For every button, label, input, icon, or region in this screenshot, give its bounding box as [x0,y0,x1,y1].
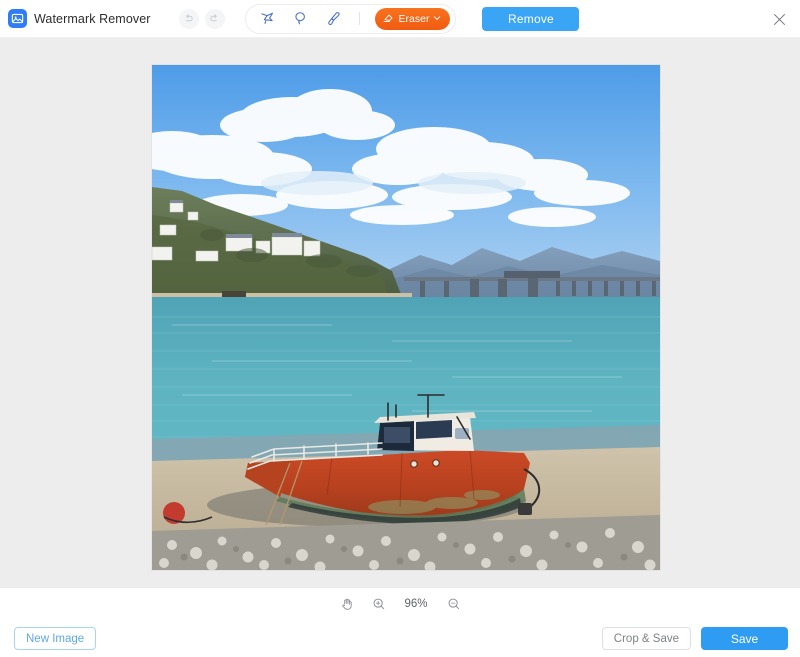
photo-app-logo-icon [8,9,27,28]
chevron-down-icon[interactable] [433,13,441,25]
footer-bar: New Image Crop & Save Save [0,620,800,657]
image-preview[interactable] [152,65,660,570]
editor-canvas[interactable] [0,37,800,587]
zoom-level-label: 96% [404,598,428,610]
brand: Watermark Remover [8,9,151,28]
eraser-label: Eraser [398,12,430,25]
brush-tool-icon[interactable] [324,9,344,29]
zoom-toolbar: 96% [0,587,800,620]
zoom-in-icon[interactable] [370,596,387,613]
crop-and-save-button[interactable]: Crop & Save [601,627,691,650]
watermark-remover-window: Watermark Remover Eraser Remove 96% New … [0,0,800,657]
close-icon[interactable] [766,6,792,32]
app-title: Watermark Remover [34,11,151,26]
undo-icon[interactable] [178,8,199,29]
eraser-tool-button[interactable]: Eraser [374,7,451,30]
new-image-button[interactable]: New Image [14,627,97,650]
zoom-out-icon[interactable] [445,596,462,613]
history-button-group [178,8,225,29]
tool-divider [358,12,360,25]
polygonal-lasso-tool-icon[interactable] [258,9,278,29]
hand-pan-icon[interactable] [338,596,355,613]
redo-icon[interactable] [204,8,225,29]
footer-actions: Crop & Save Save [601,627,788,650]
beached-boat-photo [152,65,660,570]
lasso-tool-icon[interactable] [291,9,311,29]
save-button[interactable]: Save [701,627,788,650]
eraser-icon [382,11,395,27]
tool-group: Eraser [244,3,457,34]
app-header: Watermark Remover Eraser Remove [0,0,800,37]
remove-button[interactable]: Remove [482,6,580,31]
